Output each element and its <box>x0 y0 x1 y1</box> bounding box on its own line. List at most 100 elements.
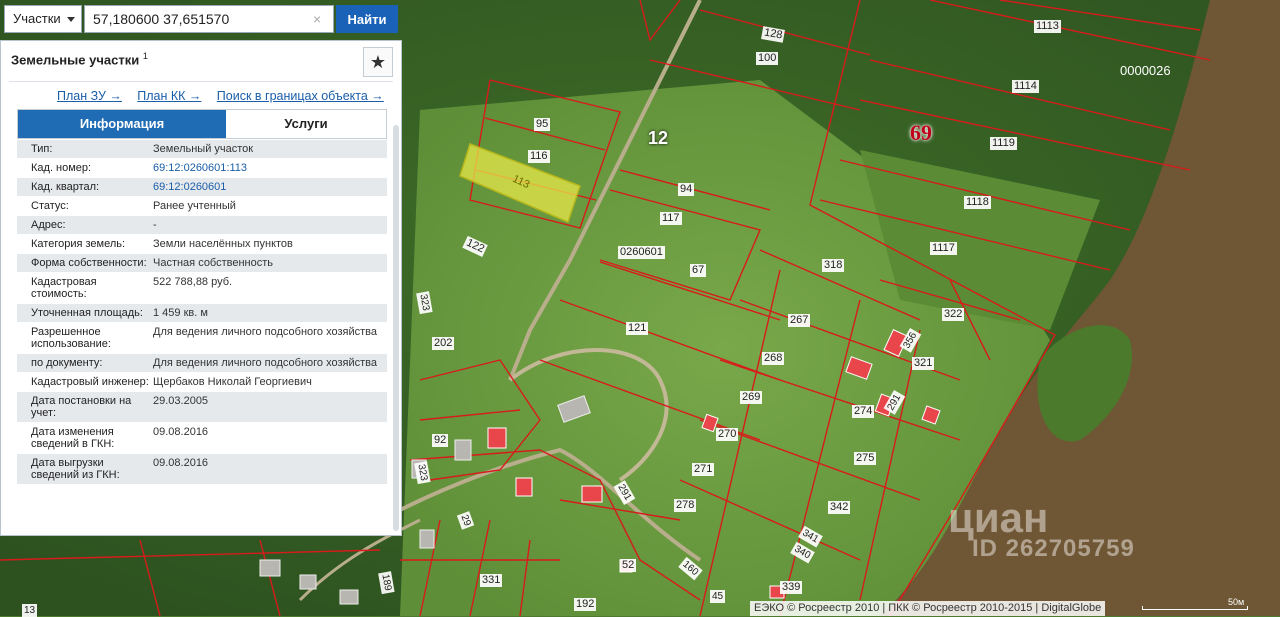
panel-title-text: Земельные участки <box>11 52 140 68</box>
parcel-label: 45 <box>710 590 726 603</box>
info-value: 09.08.2016 <box>153 426 209 438</box>
parcel-label: 269 <box>740 391 763 404</box>
parcel-label: 318 <box>822 259 845 272</box>
info-value: 09.08.2016 <box>153 457 209 469</box>
info-value: 29.03.2005 <box>153 395 209 407</box>
parcel-label: 52 <box>620 559 637 572</box>
parcel-label: 192 <box>574 598 597 611</box>
plan-kk-link[interactable]: План КК → <box>137 89 201 103</box>
info-key: Форма собственности: <box>31 257 147 269</box>
info-value: Земли населённых пунктов <box>153 238 293 250</box>
parcel-label: 331 <box>480 574 503 587</box>
land-parcels-panel: Земельные участки 1 ★ План ЗУ → План КК … <box>0 40 402 536</box>
search-in-bounds-link[interactable]: Поиск в границах объекта → <box>217 89 384 103</box>
info-row: Кад. квартал: 69:12:0260601 <box>17 178 387 197</box>
info-key: Уточненная площадь: <box>31 307 143 319</box>
star-icon[interactable]: ★ <box>363 47 393 77</box>
panel-tabs: Информация Услуги <box>17 109 387 139</box>
parcel-label: 116 <box>528 150 550 163</box>
parcel-label: 202 <box>432 337 455 350</box>
panel-title: Земельные участки 1 <box>11 51 148 67</box>
find-button[interactable]: Найти <box>336 5 398 33</box>
watermark-id: ID 262705759 <box>972 535 1135 562</box>
layer-select-label: Участки <box>13 11 61 26</box>
info-value: Ранее учтенный <box>153 200 236 212</box>
parcel-label: 271 <box>692 463 715 476</box>
scale-label: 50м <box>1228 597 1245 607</box>
quarter-code-label: 0260601 <box>618 246 665 259</box>
divider <box>9 81 393 82</box>
parcel-label: 95 <box>534 118 551 131</box>
parcel-label: 100 <box>756 52 779 65</box>
parcel-label: 268 <box>762 352 785 365</box>
parcel-label: 94 <box>678 183 695 196</box>
info-key: Кадастровый инженер: <box>31 376 149 388</box>
info-key: Разрешенное использование: <box>31 326 111 350</box>
parcel-label: 342 <box>828 501 851 514</box>
panel-links: План ЗУ → План КК → Поиск в границах объ… <box>57 89 391 103</box>
search-bar: Участки × Найти <box>4 5 400 35</box>
info-row: Форма собственности: Частная собственност… <box>17 254 387 273</box>
parcel-label: 270 <box>716 428 739 441</box>
info-key: Дата постановки на учет: <box>31 395 132 419</box>
info-row: Кадастровый инженер: Щербаков Николай Гео… <box>17 373 387 392</box>
info-value: - <box>153 219 157 231</box>
parcel-label: 67 <box>690 264 707 277</box>
parcel-label: 1118 <box>964 196 991 209</box>
info-value-link[interactable]: 69:12:0260601:113 <box>151 159 387 177</box>
info-row: Дата изменения сведений в ГКН: 09.08.2016 <box>17 423 387 454</box>
info-row: Кадастровая стоимость: 522 788,88 руб. <box>17 273 387 304</box>
info-row: Тип: Земельный участок <box>17 140 387 159</box>
info-row: Уточненная площадь: 1 459 кв. м <box>17 304 387 323</box>
clear-icon[interactable]: × <box>313 11 321 27</box>
parcel-label: 267 <box>788 314 811 327</box>
panel-scrollbar[interactable] <box>393 125 399 531</box>
info-key: Кад. квартал: <box>31 181 100 193</box>
info-row: Дата выгрузки сведений из ГКН: 09.08.2016 <box>17 454 387 485</box>
coordinates-input[interactable] <box>84 5 334 33</box>
layer-select[interactable]: Участки <box>4 5 82 33</box>
info-value: Щербаков Николай Георгиевич <box>153 376 312 388</box>
code-label: 0000026 <box>1120 63 1171 78</box>
info-key: Дата выгрузки сведений из ГКН: <box>31 457 120 481</box>
tab-information[interactable]: Информация <box>18 110 226 138</box>
info-value-link[interactable]: 69:12:0260601 <box>151 178 387 196</box>
info-value: 522 788,88 руб. <box>153 276 233 288</box>
result-count: 1 <box>142 51 148 61</box>
map-quarter-label: 69 <box>910 120 932 145</box>
info-value: Земельный участок <box>153 143 254 155</box>
info-table: Тип: Земельный участок Кад. номер: 69:12:02… <box>17 140 387 485</box>
parcel-label: 1117 <box>930 242 957 255</box>
info-value: 1 459 кв. м <box>153 307 208 319</box>
info-key: по документу: <box>31 357 103 369</box>
info-key: Дата изменения сведений в ГКН: <box>31 426 115 450</box>
info-value: Частная собственность <box>153 257 274 269</box>
parcel-label: 117 <box>660 212 682 225</box>
map-label: 12 <box>648 128 669 148</box>
info-key: Категория земель: <box>31 238 126 250</box>
info-key: Кадастровая стоимость: <box>31 276 97 300</box>
chevron-down-icon <box>67 17 75 22</box>
parcel-label: 92 <box>432 434 449 447</box>
parcel-label: 274 <box>852 405 875 418</box>
info-value: Для ведения личного подсобного хозяйства <box>153 326 377 338</box>
info-key: Кад. номер: <box>31 162 92 174</box>
parcel-label: 321 <box>912 357 935 370</box>
info-value: Для ведения личного подсобного хозяйства <box>153 357 377 369</box>
parcel-label: 1113 <box>1034 20 1061 33</box>
info-row: по документу: Для ведения личного подсобн… <box>17 354 387 373</box>
parcel-label: 275 <box>854 452 877 465</box>
info-row: Разрешенное использование: Для ведения ли… <box>17 323 387 354</box>
parcel-label: 322 <box>942 308 965 321</box>
tab-services[interactable]: Услуги <box>226 110 386 138</box>
parcel-label: 1114 <box>1012 80 1039 93</box>
info-row: Категория земель: Земли населённых пункто… <box>17 235 387 254</box>
info-row: Кад. номер: 69:12:0260601:113 <box>17 159 387 178</box>
parcel-label: 278 <box>674 499 697 512</box>
info-key: Адрес: <box>31 219 66 231</box>
info-key: Тип: <box>31 143 53 155</box>
plan-zu-link[interactable]: План ЗУ → <box>57 89 122 103</box>
info-row: Статус: Ранее учтенный <box>17 197 387 216</box>
parcel-label: 1119 <box>990 137 1017 150</box>
map-attribution: ЕЭКО © Росреестр 2010 | ПКК © Росреестр … <box>750 601 1106 616</box>
